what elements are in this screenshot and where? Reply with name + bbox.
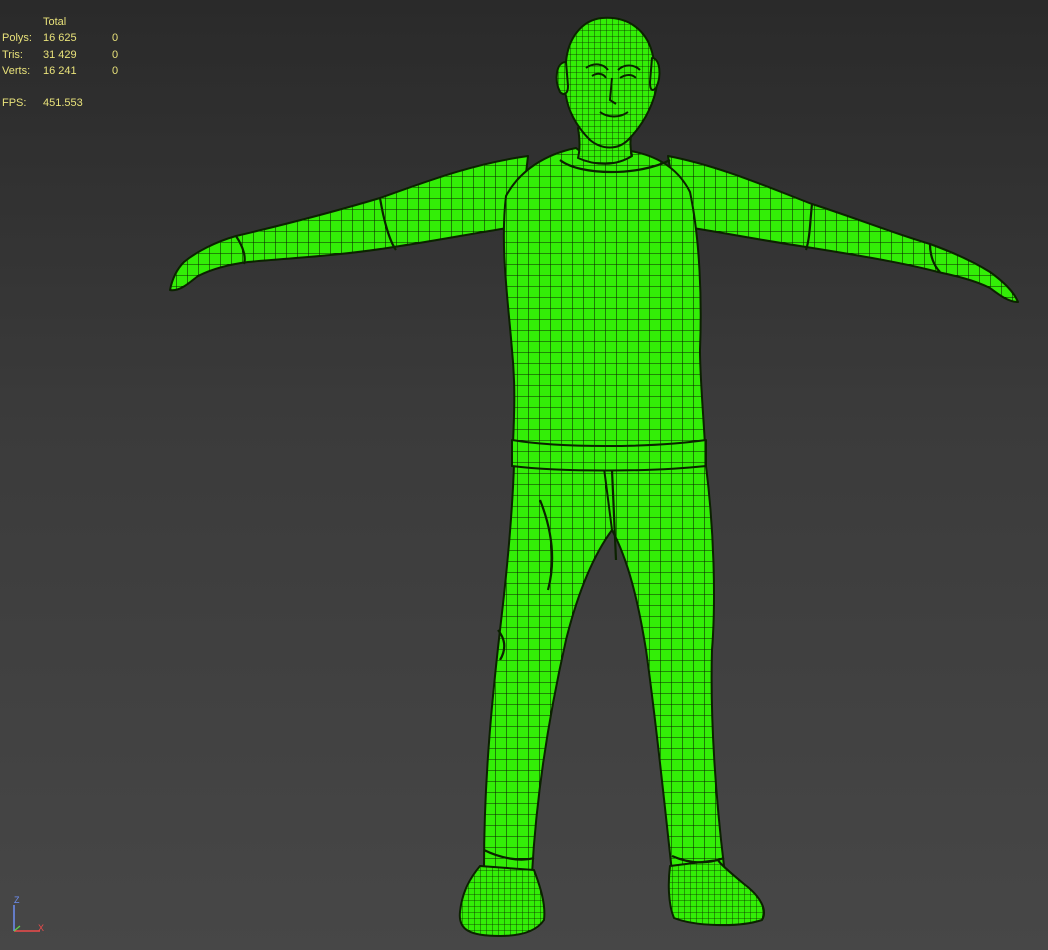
left-ear	[555, 61, 569, 95]
stats-label-fps: FPS:	[2, 97, 27, 110]
viewport-3d[interactable]: Total Polys: 16 625 0 Tris: 31 429 0 Ver…	[0, 0, 1048, 950]
axis-gizmo: Z X	[6, 895, 50, 939]
left-shoe	[458, 865, 546, 937]
axis-z-label: Z	[14, 895, 20, 905]
stats-total-tris: 31 429	[43, 48, 77, 61]
wireframe-character-model[interactable]	[0, 0, 1048, 950]
stats-selected-tris: 0	[112, 48, 119, 61]
stats-label-polys: Polys:	[2, 32, 32, 45]
axis-x-label: X	[38, 923, 45, 933]
stats-total-verts: 16 241	[43, 64, 77, 77]
stats-selected-polys: 0	[112, 32, 119, 45]
right-ear	[649, 57, 661, 91]
right-arm	[667, 155, 1019, 303]
torso-sweater	[502, 147, 707, 470]
stats-value-fps: 451.553	[43, 97, 83, 110]
stats-selected-verts: 0	[112, 64, 119, 77]
stats-header-total: Total	[43, 16, 67, 28]
left-arm	[169, 155, 529, 292]
right-shoe	[667, 859, 765, 927]
stats-label-verts: Verts:	[2, 64, 31, 77]
right-leg	[603, 465, 725, 873]
stats-label-tris: Tris:	[2, 48, 23, 61]
stats-total-polys: 16 625	[43, 32, 77, 45]
